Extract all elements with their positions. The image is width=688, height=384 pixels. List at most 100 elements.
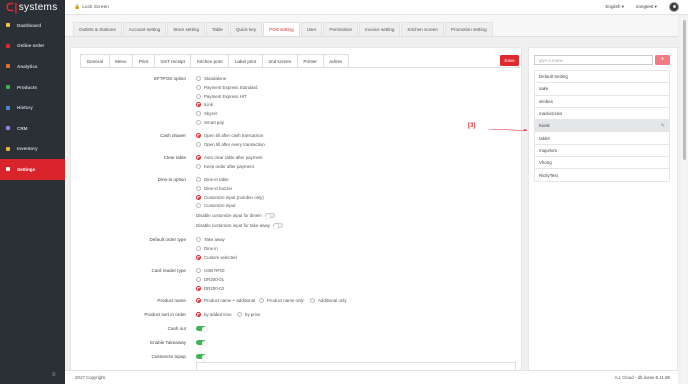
sidebar-item-inventory[interactable]: Inventory bbox=[0, 139, 65, 160]
radio-option[interactable]: Product name only bbox=[259, 298, 304, 303]
sidebar-item-online-order[interactable]: Online order bbox=[0, 36, 65, 57]
radio-icon[interactable] bbox=[196, 102, 201, 108]
radio-icon[interactable] bbox=[196, 141, 201, 147]
toggle-switch[interactable] bbox=[272, 223, 283, 229]
sidebar-item-crm[interactable]: CRM bbox=[0, 118, 65, 139]
config-list-item[interactable]: RickyTest bbox=[534, 168, 670, 182]
radio-option[interactable]: DR200-02 bbox=[196, 285, 224, 291]
tab-promotion-setting[interactable]: Promotion setting bbox=[444, 22, 493, 36]
tab-outlets-stations[interactable]: Outlets & Stations bbox=[73, 22, 122, 36]
radio-icon[interactable] bbox=[196, 312, 201, 317]
radio-icon[interactable] bbox=[196, 76, 201, 81]
config-list-item[interactable]: tablet bbox=[534, 131, 670, 145]
menu-toggle-icon[interactable]: ≡ bbox=[52, 372, 56, 378]
radio-option[interactable]: Auto clear table after payment bbox=[196, 155, 263, 160]
radio-icon[interactable] bbox=[196, 254, 201, 260]
radio-option[interactable]: by added time bbox=[196, 312, 232, 317]
radio-option[interactable]: Smart pay bbox=[196, 120, 224, 125]
tab-table[interactable]: Table bbox=[206, 22, 229, 36]
subtab-printer[interactable]: Printer bbox=[296, 54, 324, 68]
tab-permission[interactable]: Permission bbox=[323, 22, 359, 36]
radio-icon[interactable] bbox=[259, 298, 264, 303]
radio-option[interactable]: Customize input bbox=[196, 203, 235, 209]
sidebar-item-products[interactable]: Products bbox=[0, 77, 65, 98]
toggle-switch[interactable] bbox=[196, 354, 207, 360]
radio-option[interactable]: Payment Express HIT bbox=[196, 93, 247, 99]
tab-store-setting[interactable]: Store setting bbox=[167, 22, 205, 36]
radio-icon[interactable] bbox=[196, 177, 201, 182]
tab-kitchen-screen[interactable]: Kitchen screen bbox=[401, 22, 444, 36]
radio-option[interactable]: Dine-in buzzer bbox=[196, 185, 232, 191]
subtab-gst-receipt[interactable]: GST receipt bbox=[153, 54, 192, 68]
tab-quick-key[interactable]: Quick key bbox=[229, 22, 263, 36]
radio-option[interactable]: Additional only bbox=[310, 298, 347, 303]
radio-icon[interactable] bbox=[196, 93, 201, 99]
lock-screen-button[interactable]: 🔒 Lock Screen bbox=[74, 4, 109, 10]
radio-option[interactable]: Dine in bbox=[196, 245, 218, 251]
radio-option[interactable]: iLink bbox=[196, 102, 213, 108]
radio-icon[interactable] bbox=[196, 276, 201, 282]
subtab-2nd-screen[interactable]: 2nd screen bbox=[261, 54, 298, 68]
radio-icon[interactable] bbox=[196, 285, 201, 291]
config-name-input[interactable]: give a name bbox=[534, 55, 653, 65]
radio-icon[interactable] bbox=[310, 298, 315, 303]
app-logo[interactable]: ᑕ| systems bbox=[0, 0, 65, 15]
add-config-button[interactable]: + bbox=[655, 55, 670, 65]
radio-option[interactable]: Custom selected bbox=[196, 254, 237, 260]
radio-icon[interactable] bbox=[196, 111, 201, 117]
scrollbar-thumb[interactable] bbox=[683, 20, 686, 160]
radio-icon[interactable] bbox=[196, 203, 201, 209]
tab-account-setting[interactable]: Account setting bbox=[122, 22, 167, 36]
radio-icon[interactable] bbox=[196, 84, 201, 90]
config-list-item[interactable]: sake bbox=[534, 82, 670, 96]
config-list-item[interactable]: Default Setting bbox=[534, 70, 670, 84]
radio-icon[interactable] bbox=[196, 237, 201, 242]
radio-option[interactable]: by price bbox=[237, 312, 260, 317]
sidebar-item-settings[interactable]: Settings bbox=[0, 159, 65, 180]
radio-icon[interactable] bbox=[196, 120, 201, 125]
avatar[interactable] bbox=[669, 2, 679, 12]
radio-option[interactable]: Standalone bbox=[196, 76, 226, 81]
radio-option[interactable]: USB RFID bbox=[196, 268, 225, 273]
radio-option[interactable]: Skyzer bbox=[196, 111, 217, 117]
radio-option[interactable]: Keep order after payment bbox=[196, 163, 254, 169]
sidebar-item-analytics[interactable]: Analytics bbox=[0, 56, 65, 77]
radio-option[interactable]: Dine-in table bbox=[196, 177, 229, 182]
subtab-admin[interactable]: Admin bbox=[322, 54, 349, 68]
tab-pos-setting[interactable]: POS setting bbox=[263, 22, 300, 36]
radio-option[interactable]: Take away bbox=[196, 237, 225, 242]
radio-icon[interactable] bbox=[196, 194, 201, 200]
subtab-general[interactable]: General bbox=[80, 54, 110, 68]
radio-option[interactable]: Open till after cash transaction bbox=[196, 133, 263, 138]
config-list-item[interactable]: Vhong bbox=[534, 156, 670, 170]
subtab-label-print[interactable]: Label print bbox=[228, 54, 263, 68]
config-list-item[interactable]: majorlom bbox=[534, 143, 670, 158]
tab-invoice-setting[interactable]: Invoice setting bbox=[359, 22, 401, 36]
toggle-switch[interactable] bbox=[196, 326, 207, 332]
radio-icon[interactable] bbox=[196, 298, 201, 303]
radio-option[interactable]: Product name + additional bbox=[196, 298, 255, 303]
sidebar-item-dashboard[interactable]: Dashboard bbox=[0, 15, 65, 36]
radio-icon[interactable] bbox=[196, 163, 201, 169]
config-list-item[interactable]: Kiosk ✎ bbox=[534, 119, 670, 133]
radio-icon[interactable] bbox=[196, 155, 201, 160]
radio-option[interactable]: Customize input (number only) bbox=[196, 194, 264, 200]
radio-option[interactable]: Open till after every transaction bbox=[196, 141, 265, 147]
sidebar-item-history[interactable]: History bbox=[0, 97, 65, 118]
radio-icon[interactable] bbox=[196, 268, 201, 273]
language-select[interactable]: English ▾ bbox=[605, 4, 624, 10]
subtab-menu[interactable]: Menu bbox=[108, 54, 134, 68]
radio-icon[interactable] bbox=[196, 245, 201, 251]
tab-user[interactable]: User bbox=[300, 22, 323, 36]
edit-icon[interactable]: ✎ bbox=[661, 123, 665, 129]
save-button[interactable]: Save bbox=[500, 55, 519, 66]
radio-option[interactable]: DR200-01 bbox=[196, 276, 224, 282]
user-menu[interactable]: songtest ▾ bbox=[636, 4, 657, 10]
radio-option[interactable]: Payment Express Standard bbox=[196, 84, 257, 90]
config-list-item[interactable]: mackenzies bbox=[534, 106, 670, 121]
toggle-switch[interactable] bbox=[264, 213, 275, 219]
radio-icon[interactable] bbox=[196, 185, 201, 191]
toggle-switch[interactable] bbox=[196, 340, 207, 346]
subtab-kitchen-print[interactable]: Kitchen print bbox=[190, 54, 230, 68]
config-list-item[interactable]: simbes bbox=[534, 94, 670, 108]
